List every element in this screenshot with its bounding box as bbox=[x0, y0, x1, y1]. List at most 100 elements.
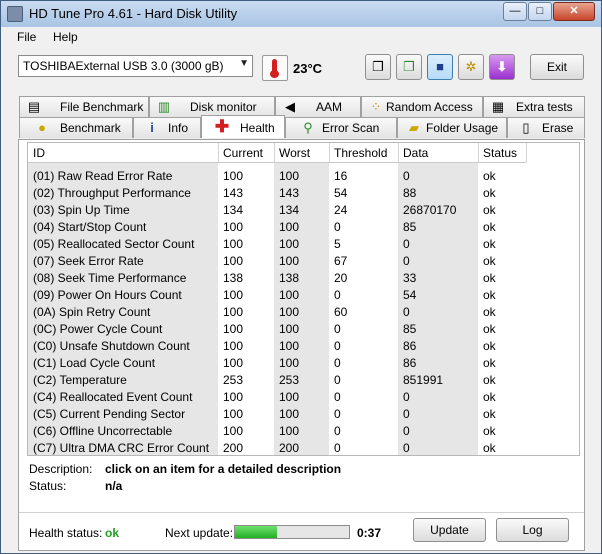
cell-data: 0 bbox=[403, 441, 410, 455]
tab-extra-tests[interactable]: ▦ Extra tests bbox=[483, 96, 585, 117]
table-row[interactable]: (03) Spin Up Time 134 134 24 26870170 ok bbox=[28, 202, 526, 219]
toolbar: TOSHIBAExternal USB 3.0 (3000 gB) ▼ 23°C… bbox=[1, 49, 601, 89]
cell-current: 100 bbox=[223, 237, 244, 251]
tab-random-access[interactable]: ⁘ Random Access bbox=[361, 96, 483, 117]
cell-status: ok bbox=[483, 441, 496, 455]
tab-aam[interactable]: ◀ AAM bbox=[275, 96, 361, 117]
table-row[interactable]: (09) Power On Hours Count 100 100 0 54 ok bbox=[28, 287, 526, 304]
tab-file-benchmark[interactable]: ▤ File Benchmark bbox=[19, 96, 149, 117]
update-button[interactable]: Update bbox=[413, 518, 486, 542]
title-bar[interactable]: HD Tune Pro 4.61 - Hard Disk Utility — □… bbox=[1, 1, 601, 27]
cell-data: 0 bbox=[403, 237, 410, 251]
cell-current: 100 bbox=[223, 390, 244, 404]
cell-current: 200 bbox=[223, 441, 244, 455]
cell-status: ok bbox=[483, 322, 496, 336]
temperature-readout: 23°C bbox=[293, 61, 323, 76]
minimize-button[interactable]: — bbox=[503, 2, 527, 21]
cell-id: (04) Start/Stop Count bbox=[33, 220, 147, 234]
header-status[interactable]: Status bbox=[483, 146, 517, 160]
cell-current: 100 bbox=[223, 220, 244, 234]
table-row[interactable]: (C6) Offline Uncorrectable 100 100 0 0 ok bbox=[28, 423, 526, 440]
tab-label: Random Access bbox=[386, 100, 473, 114]
cell-status: ok bbox=[483, 254, 496, 268]
folder-icon: ▰ bbox=[409, 120, 419, 135]
cell-current: 100 bbox=[223, 322, 244, 336]
table-row[interactable]: (0C) Power Cycle Count 100 100 0 85 ok bbox=[28, 321, 526, 338]
tab-label: Folder Usage bbox=[426, 121, 499, 135]
copy-text-button[interactable]: ❐ bbox=[365, 54, 391, 80]
table-row[interactable]: (05) Reallocated Sector Count 100 100 5 0 ok bbox=[28, 236, 526, 253]
cell-worst: 100 bbox=[279, 356, 300, 370]
health-status-label: Health status: bbox=[29, 526, 103, 540]
drive-select-value: TOSHIBAExternal USB 3.0 (3000 gB) bbox=[23, 59, 224, 73]
tab-folder-usage[interactable]: ▰ Folder Usage bbox=[397, 117, 507, 138]
header-data[interactable]: Data bbox=[403, 146, 428, 160]
menu-file[interactable]: File bbox=[17, 30, 36, 44]
tab-error-scan[interactable]: ⚲ Error Scan bbox=[285, 117, 397, 138]
cell-status: ok bbox=[483, 288, 496, 302]
cell-threshold: 0 bbox=[334, 356, 341, 370]
tab-label: Info bbox=[168, 121, 189, 135]
cell-status: ok bbox=[483, 169, 496, 183]
cell-current: 100 bbox=[223, 356, 244, 370]
table-row[interactable]: (07) Seek Error Rate 100 100 67 0 ok bbox=[28, 253, 526, 270]
menu-bar: File Help bbox=[1, 27, 601, 47]
log-button[interactable]: Log bbox=[496, 518, 569, 542]
menu-help[interactable]: Help bbox=[53, 30, 78, 44]
cell-status: ok bbox=[483, 271, 496, 285]
tab-info[interactable]: i Info bbox=[133, 117, 201, 138]
close-button[interactable]: ✕ bbox=[553, 2, 595, 21]
tab-health[interactable]: ✚ Health bbox=[201, 115, 285, 138]
cell-id: (C1) Load Cycle Count bbox=[33, 356, 156, 370]
cell-data: 86 bbox=[403, 339, 417, 353]
table-row[interactable]: (C7) Ultra DMA CRC Error Count 200 200 0 0 ok bbox=[28, 440, 526, 457]
tab-disk-monitor[interactable]: ▥ Disk monitor bbox=[149, 96, 275, 117]
info-icon: i bbox=[150, 120, 154, 135]
table-row[interactable]: (0A) Spin Retry Count 100 100 60 0 ok bbox=[28, 304, 526, 321]
cell-status: ok bbox=[483, 424, 496, 438]
maximize-button[interactable]: □ bbox=[528, 2, 552, 21]
table-row[interactable]: (C0) Unsafe Shutdown Count 100 100 0 86 ok bbox=[28, 338, 526, 355]
app-icon bbox=[7, 6, 23, 22]
copy-screenshot-button[interactable]: ❐ bbox=[396, 54, 422, 80]
cell-data: 0 bbox=[403, 407, 410, 421]
table-row[interactable]: (02) Throughput Performance 143 143 54 88 ok bbox=[28, 185, 526, 202]
tab-benchmark[interactable]: ● Benchmark bbox=[19, 117, 133, 138]
table-row[interactable]: (C4) Reallocated Event Count 100 100 0 0 ok bbox=[28, 389, 526, 406]
header-worst[interactable]: Worst bbox=[279, 146, 310, 160]
table-row[interactable]: (08) Seek Time Performance 138 138 20 33 ok bbox=[28, 270, 526, 287]
next-update-label: Next update: bbox=[165, 526, 234, 540]
header-id[interactable]: ID bbox=[33, 146, 45, 160]
exit-button[interactable]: Exit bbox=[530, 54, 584, 80]
cell-worst: 134 bbox=[279, 203, 300, 217]
cell-threshold: 0 bbox=[334, 424, 341, 438]
table-row[interactable]: (C5) Current Pending Sector 100 100 0 0 ok bbox=[28, 406, 526, 423]
health-footer: Health status: ok Next update: 0:37 Upda… bbox=[19, 512, 584, 549]
drive-select[interactable]: TOSHIBAExternal USB 3.0 (3000 gB) ▼ bbox=[18, 55, 253, 77]
table-row[interactable]: (04) Start/Stop Count 100 100 0 85 ok bbox=[28, 219, 526, 236]
cell-id: (09) Power On Hours Count bbox=[33, 288, 182, 302]
save-button[interactable]: ■ bbox=[427, 54, 453, 80]
download-button[interactable]: ⬇ bbox=[489, 54, 515, 80]
cell-threshold: 60 bbox=[334, 305, 348, 319]
cell-data: 54 bbox=[403, 288, 417, 302]
tab-erase[interactable]: ▯ Erase bbox=[507, 117, 585, 138]
status-label: Status: bbox=[29, 479, 67, 493]
options-button[interactable]: ✲ bbox=[458, 54, 484, 80]
table-row[interactable]: (01) Raw Read Error Rate 100 100 16 0 ok bbox=[28, 168, 526, 185]
smart-table[interactable]: ID Current Worst Threshold Data Status (… bbox=[27, 142, 580, 456]
status-value: n/a bbox=[105, 479, 123, 493]
file-benchmark-icon: ▤ bbox=[27, 99, 41, 114]
cell-data: 0 bbox=[403, 305, 410, 319]
cell-threshold: 54 bbox=[334, 186, 348, 200]
table-row[interactable]: (C1) Load Cycle Count 100 100 0 86 ok bbox=[28, 355, 526, 372]
cell-id: (01) Raw Read Error Rate bbox=[33, 169, 173, 183]
header-current[interactable]: Current bbox=[223, 146, 263, 160]
copy-image-icon: ❐ bbox=[403, 59, 415, 74]
table-row[interactable]: (C2) Temperature 253 253 0 851991 ok bbox=[28, 372, 526, 389]
tab-row-top: ▤ File Benchmark ▥ Disk monitor ◀ AAM ⁘ … bbox=[19, 96, 585, 117]
cell-id: (07) Seek Error Rate bbox=[33, 254, 144, 268]
header-threshold[interactable]: Threshold bbox=[334, 146, 387, 160]
copy-icon: ❐ bbox=[372, 59, 384, 74]
cell-current: 143 bbox=[223, 186, 244, 200]
